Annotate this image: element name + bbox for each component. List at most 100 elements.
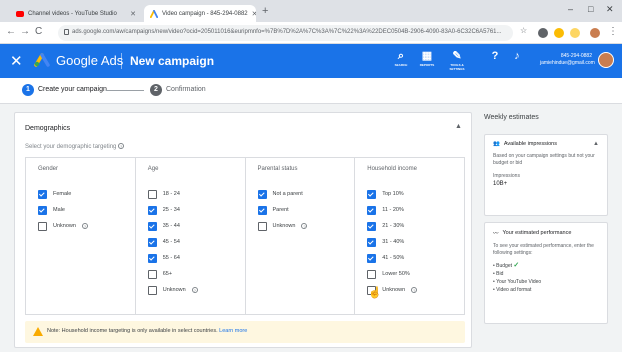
avatar[interactable] (598, 52, 614, 68)
url-field[interactable]: ads.google.com/aw/campaigns/new/video?oc… (58, 25, 513, 41)
browser-tab-youtube-studio[interactable]: Channel videos - YouTube Studio ✕ (10, 5, 142, 22)
search-icon: ⌕ (397, 50, 405, 62)
option-age-25-34[interactable]: 25 - 34 (147, 202, 245, 218)
warning-icon (33, 327, 43, 336)
search-button[interactable]: ⌕ SEARCH (388, 50, 414, 67)
checkbox[interactable] (367, 253, 377, 263)
option-age-65-plus[interactable]: 65+ (147, 266, 245, 282)
help-icon[interactable]: ? (191, 287, 198, 293)
lock-icon (64, 29, 69, 35)
divider (121, 53, 122, 69)
reports-button[interactable]: ▦ REPORTS (414, 50, 440, 67)
brand-name: Google Ads (56, 53, 124, 68)
option-income-lower-50[interactable]: Lower 50% (367, 266, 464, 282)
option-income-31-40[interactable]: 31 - 40% (367, 234, 464, 250)
impressions-label: Impressions (493, 173, 520, 179)
url-text: ads.google.com/aw/campaigns/new/video?oc… (72, 29, 502, 35)
list-item: • Bid (493, 271, 504, 277)
age-column: Age 18 - 24 25 - 34 35 - 44 45 - 54 55 -… (136, 158, 246, 314)
checkbox[interactable] (147, 237, 157, 247)
browser-tab-video-campaign[interactable]: Video campaign - 845-294-0882 ✕ (144, 5, 256, 22)
step-2-number: 2 (150, 84, 162, 96)
youtube-icon (16, 10, 24, 17)
option-age-unknown[interactable]: Unknown? (147, 282, 245, 298)
close-icon[interactable]: ✕ (10, 52, 23, 70)
option-income-21-30[interactable]: 21 - 30% (367, 218, 464, 234)
option-income-11-20[interactable]: 11 - 20% (367, 202, 464, 218)
income-note: Note: Household income targeting is only… (25, 321, 465, 343)
card-description: To see your estimated performance, enter… (493, 243, 594, 256)
notifications-button[interactable]: ♪ (504, 50, 530, 63)
learn-more-link[interactable]: Learn more (219, 328, 247, 334)
option-not-a-parent[interactable]: Not a parent (257, 186, 355, 202)
account-info[interactable]: 845-294-0882 jamiehindue@gmail.com (540, 53, 595, 67)
chevron-up-icon[interactable]: ▲ (455, 123, 462, 130)
parental-status-column: Parental status Not a parent Parent Unkn… (246, 158, 356, 314)
estimated-performance-card: 〰 Your estimated performance To see your… (484, 222, 608, 324)
option-male[interactable]: Male (38, 202, 135, 218)
checkbox[interactable] (147, 269, 157, 279)
extension-icon[interactable] (538, 28, 548, 38)
card-title: Your estimated performance (502, 230, 572, 236)
step-connector (106, 90, 144, 91)
back-icon[interactable]: ← (6, 26, 16, 37)
option-income-top-10[interactable]: Top 10% (367, 186, 464, 202)
help-icon[interactable]: ? (81, 223, 88, 229)
help-icon[interactable]: ? (301, 223, 308, 229)
checkbox[interactable] (367, 237, 377, 247)
option-age-45-54[interactable]: 45 - 54 (147, 234, 245, 250)
checkbox[interactable] (38, 221, 47, 231)
option-age-35-44[interactable]: 35 - 44 (147, 218, 245, 234)
weekly-estimates-panel: Weekly estimates 👥 Available impressions… (478, 104, 622, 352)
extension-icon[interactable] (554, 28, 564, 38)
chevron-up-icon[interactable]: ▲ (593, 141, 599, 147)
checkbox[interactable] (257, 189, 267, 199)
step-1-label[interactable]: Create your campaign (38, 86, 107, 93)
checkbox[interactable] (257, 221, 267, 231)
checkbox[interactable] (147, 253, 157, 263)
checkbox[interactable] (367, 189, 377, 199)
option-income-41-50[interactable]: 41 - 50% (367, 250, 464, 266)
option-parental-unknown[interactable]: Unknown? (257, 218, 355, 234)
new-tab-icon[interactable]: + (262, 5, 268, 17)
option-gender-unknown[interactable]: Unknown? (38, 218, 135, 234)
checkbox[interactable] (257, 205, 267, 215)
checkbox[interactable] (367, 205, 377, 215)
impressions-value: 10B+ (493, 181, 508, 187)
minimize-icon[interactable]: – (568, 4, 573, 14)
maximize-icon[interactable]: □ (588, 4, 593, 14)
checkbox[interactable] (38, 189, 47, 199)
reload-icon[interactable]: C (35, 26, 42, 37)
reports-icon: ▦ (421, 50, 433, 62)
close-tab-icon[interactable]: ✕ (130, 10, 136, 18)
menu-dots-icon[interactable]: ⋮ (608, 26, 618, 37)
profile-icon[interactable] (590, 28, 600, 38)
page-title: New campaign (130, 54, 215, 68)
section-title: Demographics (25, 125, 71, 132)
option-female[interactable]: Female (38, 186, 135, 202)
option-age-55-64[interactable]: 55 - 64 (147, 250, 245, 266)
checkbox[interactable] (367, 269, 377, 279)
checkbox[interactable] (38, 205, 47, 215)
star-icon[interactable]: ☆ (520, 26, 527, 35)
google-ads-header: ✕ Google Ads New campaign ⌕ SEARCH ▦ REP… (0, 44, 622, 78)
close-tab-icon[interactable]: ✕ (252, 10, 256, 18)
option-age-18-24[interactable]: 18 - 24 (147, 186, 245, 202)
checkbox[interactable] (147, 205, 157, 215)
checkbox[interactable] (367, 221, 377, 231)
window-close-icon[interactable]: ✕ (606, 4, 614, 15)
demographic-columns: Gender Female Male Unknown? Age 18 - 24 … (25, 157, 465, 315)
checkbox[interactable] (147, 189, 157, 199)
forward-icon[interactable]: → (20, 26, 30, 37)
list-item: • Your YouTube Video (493, 279, 542, 285)
help-icon[interactable]: ? (411, 287, 418, 293)
option-parent[interactable]: Parent (257, 202, 355, 218)
step-2-label[interactable]: Confirmation (166, 86, 206, 93)
checkbox[interactable] (147, 285, 157, 295)
column-header: Parental status (257, 166, 298, 172)
extension-icon[interactable] (570, 28, 580, 38)
tools-settings-button[interactable]: ✎ TOOLS & SETTINGS (444, 50, 470, 71)
checkbox[interactable] (147, 221, 157, 231)
campaign-stepper: 1 Create your campaign 2 Confirmation (0, 78, 622, 104)
help-icon[interactable]: ? (118, 143, 125, 149)
